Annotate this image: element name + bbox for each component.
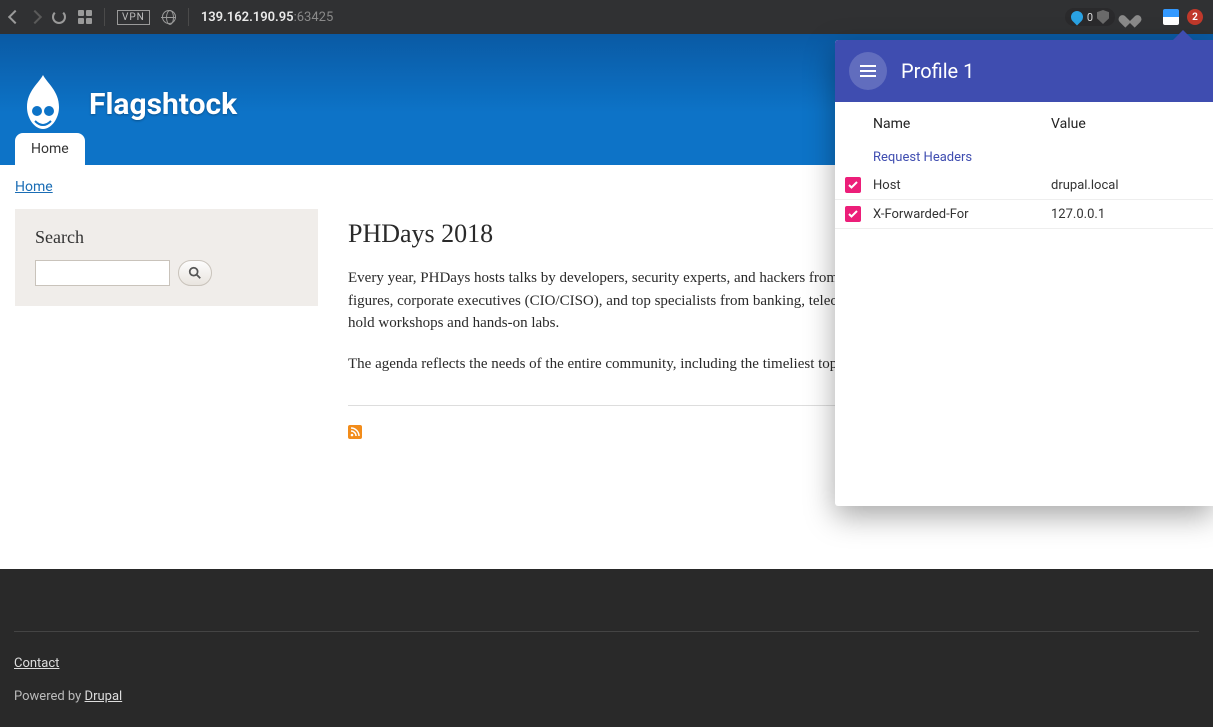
search-block: Search: [15, 209, 318, 306]
search-input[interactable]: [35, 260, 170, 286]
table-row[interactable]: X-Forwarded-For127.0.0.1: [835, 200, 1213, 229]
primary-nav: Home: [15, 133, 85, 165]
table-header: Name Value: [835, 102, 1213, 146]
shield-icon: [1097, 10, 1109, 24]
powered-by: Powered by Drupal: [14, 689, 1199, 704]
site-name[interactable]: Flagshtock: [89, 87, 237, 122]
heart-icon[interactable]: [1123, 10, 1137, 24]
drupal-icon: [1068, 9, 1085, 26]
checkbox[interactable]: [845, 206, 861, 222]
header-name: Host: [873, 178, 1051, 193]
globe-icon[interactable]: [162, 10, 176, 24]
col-value: Value: [1051, 116, 1201, 132]
separator: [104, 8, 105, 26]
powered-prefix: Powered by: [14, 689, 85, 704]
header-value: 127.0.0.1: [1051, 207, 1201, 222]
site-footer: Contact Powered by Drupal: [0, 569, 1213, 727]
breadcrumb-home[interactable]: Home: [15, 179, 318, 195]
extension-icon-b[interactable]: 2: [1187, 9, 1203, 25]
browser-chrome: VPN 139.162.190.95:63425 0 2: [0, 0, 1213, 34]
speed-dial-button[interactable]: [78, 10, 92, 24]
checkbox[interactable]: [845, 177, 861, 193]
address-port: :63425: [294, 10, 334, 25]
header-value: drupal.local: [1051, 178, 1201, 193]
site-logo[interactable]: [15, 71, 71, 139]
popup-caret: [1173, 30, 1193, 40]
popup-header: Profile 1: [835, 40, 1213, 102]
search-button[interactable]: [178, 260, 212, 286]
menu-button[interactable]: [849, 52, 887, 90]
address-bar[interactable]: 139.162.190.95:63425: [201, 10, 333, 25]
vpn-badge[interactable]: VPN: [117, 10, 150, 25]
separator: [188, 8, 189, 26]
forward-button[interactable]: [28, 10, 42, 24]
tab-home[interactable]: Home: [15, 133, 85, 165]
search-heading: Search: [35, 227, 298, 248]
powered-link[interactable]: Drupal: [85, 689, 123, 704]
popup-title: Profile 1: [901, 59, 974, 83]
extension-icon-a[interactable]: [1163, 9, 1179, 25]
footer-contact-link[interactable]: Contact: [14, 656, 59, 671]
reload-button[interactable]: [52, 10, 66, 24]
toolbar-right: 0 2: [1065, 8, 1203, 26]
table-row[interactable]: Hostdrupal.local: [835, 171, 1213, 200]
header-name: X-Forwarded-For: [873, 207, 1051, 222]
nav-arrows: [10, 12, 40, 22]
drupal-pill[interactable]: 0: [1065, 8, 1115, 26]
back-button[interactable]: [8, 10, 22, 24]
col-name: Name: [873, 116, 1051, 132]
rss-icon[interactable]: [348, 425, 362, 439]
search-icon: [188, 266, 202, 280]
address-host: 139.162.190.95: [201, 10, 294, 25]
section-label: Request Headers: [835, 146, 1213, 171]
extension-popup: Profile 1 Name Value Request Headers Hos…: [835, 40, 1213, 506]
pill-count: 0: [1087, 11, 1093, 24]
